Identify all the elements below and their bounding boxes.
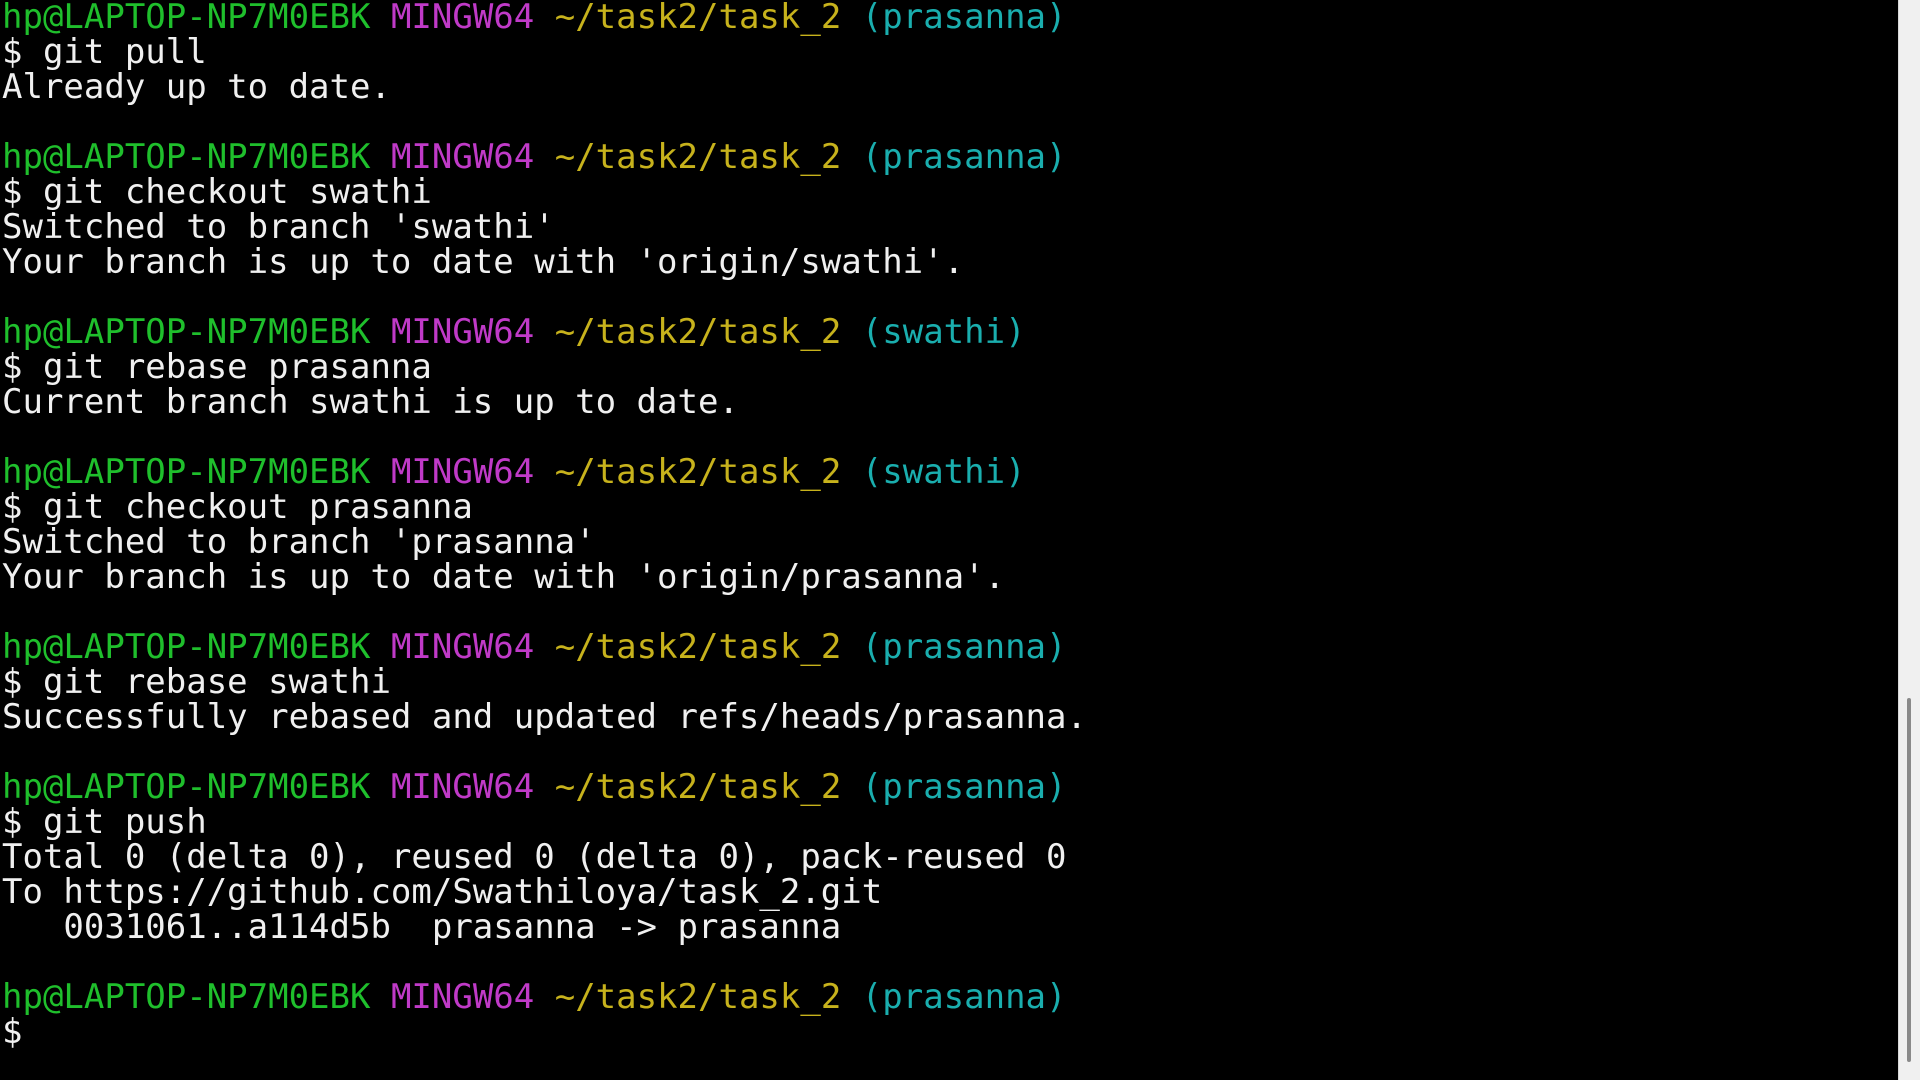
output-line: Switched to branch 'prasanna': [2, 522, 596, 562]
output-line: Switched to branch 'swathi': [2, 207, 555, 247]
terminal-output[interactable]: hp@LAPTOP-NP7M0EBK MINGW64 ~/task2/task_…: [0, 0, 1898, 1080]
user-host: hp@LAPTOP-NP7M0EBK: [2, 767, 371, 807]
command-line: $ git push: [2, 802, 207, 842]
working-path: ~/task2/task_2: [554, 977, 842, 1017]
prompt-block: hp@LAPTOP-NP7M0EBK MINGW64 ~/task2/task_…: [2, 315, 1898, 455]
git-branch: (prasanna): [861, 0, 1067, 37]
command-line[interactable]: $: [2, 1015, 1898, 1050]
git-branch: (prasanna): [861, 977, 1067, 1017]
command-line: $ git checkout prasanna: [2, 487, 473, 527]
prompt-block: hp@LAPTOP-NP7M0EBK MINGW64 ~/task2/task_…: [2, 455, 1898, 630]
command-line: $ git rebase prasanna: [2, 347, 432, 387]
prompt-block: hp@LAPTOP-NP7M0EBK MINGW64 ~/task2/task_…: [2, 770, 1898, 980]
user-host: hp@LAPTOP-NP7M0EBK: [2, 627, 371, 667]
system-name: MINGW64: [390, 312, 535, 352]
output-line: To https://github.com/Swathiloya/task_2.…: [2, 872, 883, 912]
system-name: MINGW64: [390, 627, 535, 667]
prompt-block: hp@LAPTOP-NP7M0EBK MINGW64 ~/task2/task_…: [2, 0, 1898, 140]
prompt-block: hp@LAPTOP-NP7M0EBK MINGW64 ~/task2/task_…: [2, 140, 1898, 315]
output-line: Your branch is up to date with 'origin/p…: [2, 557, 1006, 597]
command-line: $ git checkout swathi: [2, 172, 432, 212]
output-line: 0031061..a114d5b prasanna -> prasanna: [2, 907, 842, 947]
prompt-block: hp@LAPTOP-NP7M0EBK MINGW64 ~/task2/task_…: [2, 980, 1898, 1050]
user-host: hp@LAPTOP-NP7M0EBK: [2, 312, 371, 352]
working-path: ~/task2/task_2: [554, 312, 842, 352]
prompt-line: hp@LAPTOP-NP7M0EBK MINGW64 ~/task2/task_…: [2, 315, 1898, 350]
user-host: hp@LAPTOP-NP7M0EBK: [2, 452, 371, 492]
prompt-line: hp@LAPTOP-NP7M0EBK MINGW64 ~/task2/task_…: [2, 980, 1898, 1015]
working-path: ~/task2/task_2: [554, 137, 842, 177]
working-path: ~/task2/task_2: [554, 0, 842, 37]
prompt-line: hp@LAPTOP-NP7M0EBK MINGW64 ~/task2/task_…: [2, 455, 1898, 490]
git-branch: (prasanna): [861, 627, 1067, 667]
system-name: MINGW64: [390, 452, 535, 492]
git-branch: (swathi): [861, 452, 1026, 492]
output-line: Total 0 (delta 0), reused 0 (delta 0), p…: [2, 837, 1067, 877]
system-name: MINGW64: [390, 767, 535, 807]
git-branch: (prasanna): [861, 767, 1067, 807]
prompt-block: hp@LAPTOP-NP7M0EBK MINGW64 ~/task2/task_…: [2, 630, 1898, 770]
working-path: ~/task2/task_2: [554, 627, 842, 667]
user-host: hp@LAPTOP-NP7M0EBK: [2, 977, 371, 1017]
output-line: Current branch swathi is up to date.: [2, 382, 739, 422]
output-line: Already up to date.: [2, 67, 391, 107]
command-line: $ git pull: [2, 32, 207, 72]
git-branch: (prasanna): [861, 137, 1067, 177]
prompt-line: hp@LAPTOP-NP7M0EBK MINGW64 ~/task2/task_…: [2, 770, 1898, 805]
prompt-line: hp@LAPTOP-NP7M0EBK MINGW64 ~/task2/task_…: [2, 140, 1898, 175]
prompt-line: hp@LAPTOP-NP7M0EBK MINGW64 ~/task2/task_…: [2, 630, 1898, 665]
system-name: MINGW64: [390, 137, 535, 177]
prompt-line: hp@LAPTOP-NP7M0EBK MINGW64 ~/task2/task_…: [2, 0, 1898, 35]
output-line: Successfully rebased and updated refs/he…: [2, 697, 1087, 737]
vertical-scrollbar[interactable]: [1898, 0, 1920, 1080]
scrollbar-thumb[interactable]: [1907, 698, 1911, 1062]
output-line: Your branch is up to date with 'origin/s…: [2, 242, 965, 282]
system-name: MINGW64: [390, 977, 535, 1017]
user-host: hp@LAPTOP-NP7M0EBK: [2, 137, 371, 177]
command-line: $ git rebase swathi: [2, 662, 391, 702]
working-path: ~/task2/task_2: [554, 452, 842, 492]
working-path: ~/task2/task_2: [554, 767, 842, 807]
git-branch: (swathi): [861, 312, 1026, 352]
system-name: MINGW64: [390, 0, 535, 37]
